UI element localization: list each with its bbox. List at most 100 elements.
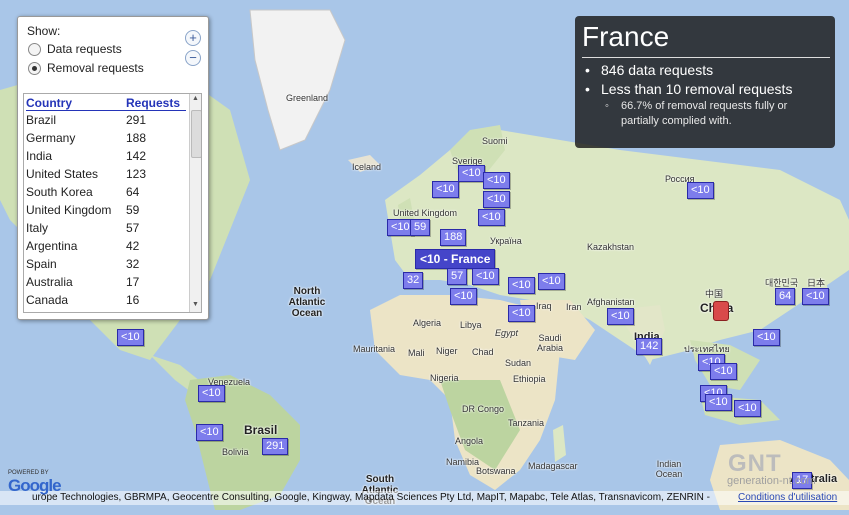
map-marker[interactable]: <10 (483, 191, 510, 208)
table-row[interactable]: Spain 32 (26, 257, 186, 275)
zoom-in-button[interactable]: + (185, 30, 201, 46)
cell-requests: 188 (126, 131, 147, 145)
map-marker[interactable]: <10 (607, 308, 634, 325)
cell-requests: 59 (126, 203, 140, 217)
map-marker-brazil[interactable]: 291 (262, 438, 289, 455)
info-divider (582, 57, 830, 58)
cell-country: United States (26, 167, 99, 181)
cell-country: India (26, 149, 53, 163)
label-iraq: Iraq (536, 301, 552, 311)
map-marker-italy[interactable]: 57 (447, 268, 468, 285)
terms-link[interactable]: Conditions d'utilisation (738, 492, 837, 503)
map-marker[interactable]: <10 (508, 305, 535, 322)
column-header-requests[interactable]: Requests (126, 96, 180, 110)
scroll-down-icon[interactable]: ▼ (192, 301, 199, 308)
map-marker[interactable]: <10 (196, 424, 223, 441)
cell-requests: 16 (126, 293, 140, 307)
cell-requests: 17 (126, 275, 140, 289)
table-row[interactable]: United States 123 (26, 167, 186, 185)
label-namibia: Namibia (446, 457, 480, 467)
china-pin-icon[interactable] (713, 301, 729, 321)
gnt-site-watermark: generation-nt.com (727, 475, 816, 487)
map-marker[interactable]: <10 (802, 288, 829, 305)
cell-requests: 57 (126, 221, 140, 235)
label-ethiopia: Ethiopia (513, 374, 546, 384)
map-marker[interactable]: <10 (687, 182, 714, 199)
map-marker[interactable]: <10 (458, 165, 485, 182)
label-kazakhstan: Kazakhstan (587, 242, 635, 252)
label-egypt: Egypt (495, 328, 519, 338)
label-bolivia: Bolivia (222, 447, 249, 457)
show-label: Show: (27, 24, 61, 38)
scroll-thumb[interactable] (191, 110, 201, 158)
control-panel: Show: Data requests Removal requests + −… (17, 16, 209, 320)
cell-country: Brazil (26, 113, 57, 127)
map-marker-uk[interactable]: 59 (410, 219, 431, 236)
table-row[interactable]: Canada 16 (26, 293, 186, 311)
bullet-icon: • (585, 62, 590, 78)
map-marker-france[interactable]: <10 - France (415, 249, 496, 269)
info-removal-requests: Less than 10 removal requests (601, 81, 793, 97)
label-greenland: Greenland (286, 93, 329, 103)
table-row[interactable]: Italy 57 (26, 221, 186, 239)
table-row[interactable]: Brazil 291 (26, 113, 186, 131)
label-ukraina: Україна (490, 236, 522, 246)
map-marker[interactable]: <10 (432, 181, 459, 198)
label-mauritania: Mauritania (353, 344, 396, 354)
data-requests-label[interactable]: Data requests (47, 42, 122, 56)
table-row[interactable]: United Kingdom 59 (26, 203, 186, 221)
label-saudi-arabia: Saudi Arabia (536, 333, 563, 353)
scroll-up-icon[interactable]: ▲ (192, 95, 199, 102)
cell-requests: 42 (126, 239, 140, 253)
map-marker-korea[interactable]: 64 (775, 288, 796, 305)
cell-country: United Kingdom (26, 203, 112, 217)
label-madagascar: Madagascar (528, 461, 578, 471)
map-marker[interactable]: <10 (705, 394, 732, 411)
map-marker-germany[interactable]: 188 (440, 229, 467, 246)
header-divider (26, 110, 186, 111)
label-chad: Chad (472, 347, 494, 357)
label-dr-congo: DR Congo (462, 404, 505, 414)
map-marker[interactable]: <10 (198, 385, 225, 402)
map-marker[interactable]: <10 (508, 277, 535, 294)
label-brasil: Brasil (244, 423, 278, 437)
map-marker[interactable]: <10 (478, 209, 505, 226)
map-marker[interactable]: <10 (734, 400, 761, 417)
copyright-text: urope Technologies, GBRMPA, Geocentre Co… (32, 492, 710, 503)
label-sudan: Sudan (505, 358, 532, 368)
gnt-watermark: GNT (728, 450, 782, 477)
table-row[interactable]: Australia 17 (26, 275, 186, 293)
map-marker-spain[interactable]: 32 (403, 272, 424, 289)
map-marker-india[interactable]: 142 (636, 338, 663, 355)
label-united-kingdom: United Kingdom (393, 208, 458, 218)
cell-requests: 123 (126, 167, 147, 181)
table-row[interactable]: India 142 (26, 149, 186, 167)
zoom-out-button[interactable]: − (185, 50, 201, 66)
label-botswana: Botswana (476, 466, 516, 476)
label-indian-ocean: Indian Ocean (655, 459, 683, 479)
table-scrollbar[interactable]: ▲ ▼ (189, 94, 201, 312)
label-tanzania: Tanzania (508, 418, 545, 428)
column-header-country[interactable]: Country (26, 96, 72, 110)
removal-requests-label[interactable]: Removal requests (47, 61, 144, 75)
cell-requests: 291 (126, 113, 147, 127)
cell-country: South Korea (26, 185, 93, 199)
table-row[interactable]: Argentina 42 (26, 239, 186, 257)
info-title: France (582, 21, 670, 52)
bullet-icon: • (585, 81, 590, 97)
table-row[interactable]: South Korea 64 (26, 185, 186, 203)
map-marker[interactable]: <10 (472, 268, 499, 285)
map-marker[interactable]: <10 (710, 363, 737, 380)
map-marker[interactable]: <10 (117, 329, 144, 346)
data-requests-radio[interactable] (28, 43, 41, 56)
map-marker[interactable]: <10 (483, 172, 510, 189)
map-marker[interactable]: <10 (450, 288, 477, 305)
removal-requests-radio[interactable] (28, 62, 41, 75)
table-row[interactable]: Germany 188 (26, 131, 186, 149)
map-marker[interactable]: <10 (753, 329, 780, 346)
info-compliance: 66.7% of removal requests fully or parti… (621, 100, 788, 127)
google-logo[interactable]: POWERED BY Google (8, 470, 62, 496)
label-afghanistan: Afghanistan (587, 297, 635, 307)
cell-country: Argentina (26, 239, 78, 253)
map-marker[interactable]: <10 (538, 273, 565, 290)
